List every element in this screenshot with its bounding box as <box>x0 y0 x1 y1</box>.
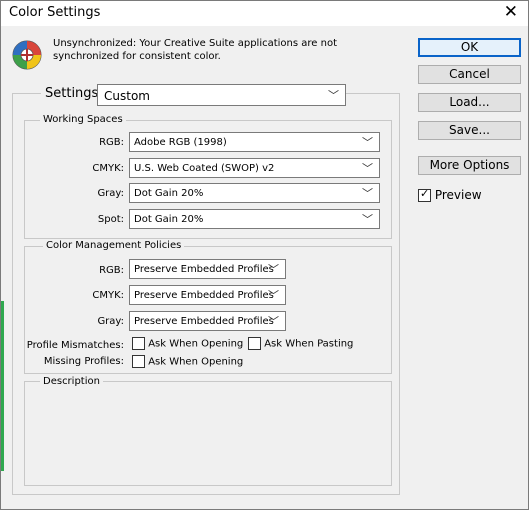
window-edge-accent <box>1 301 4 471</box>
close-icon[interactable]: ✕ <box>504 2 518 22</box>
sync-status-message: Unsynchronized: Your Creative Suite appl… <box>53 37 383 63</box>
chevron-down-icon: ﹀ <box>362 136 373 149</box>
sync-message-line-1: Unsynchronized: Your Creative Suite appl… <box>53 38 338 49</box>
ws-cmyk-label: CMYK: <box>92 163 124 174</box>
policy-rgb-label: RGB: <box>99 265 124 276</box>
policy-gray-dropdown[interactable]: Preserve Embedded Profiles ﹀ <box>129 311 286 331</box>
settings-value: Custom <box>104 89 150 103</box>
mismatch-ask-opening-label: Ask When Opening <box>148 338 244 350</box>
color-sync-icon <box>12 40 42 70</box>
policy-rgb-value: Preserve Embedded Profiles <box>134 264 274 275</box>
policy-gray-value: Preserve Embedded Profiles <box>134 316 274 327</box>
chevron-down-icon: ﹀ <box>268 263 279 276</box>
ws-gray-value: Dot Gain 20% <box>134 188 204 199</box>
chevron-down-icon: ﹀ <box>268 315 279 328</box>
chevron-down-icon: ﹀ <box>362 213 373 226</box>
color-settings-dialog: Color Settings ✕ Unsynchronized: Your Cr… <box>0 0 529 510</box>
missing-profiles-label: Missing Profiles: <box>43 356 124 367</box>
ws-cmyk-value: U.S. Web Coated (SWOP) v2 <box>134 163 275 174</box>
ws-spot-value: Dot Gain 20% <box>134 214 204 225</box>
ws-cmyk-dropdown[interactable]: U.S. Web Coated (SWOP) v2 ﹀ <box>129 158 380 178</box>
missing-ask-opening-checkbox[interactable] <box>132 355 145 368</box>
preview-toggle[interactable]: Preview <box>418 187 482 202</box>
ws-gray-label: Gray: <box>97 188 124 199</box>
load-button[interactable]: Load... <box>418 93 521 112</box>
policy-rgb-dropdown[interactable]: Preserve Embedded Profiles ﹀ <box>129 259 286 279</box>
more-options-button[interactable]: More Options <box>418 156 521 175</box>
mismatch-ask-pasting[interactable]: Ask When Pasting <box>248 337 353 350</box>
profile-mismatches-label: Profile Mismatches: <box>26 340 124 351</box>
mismatch-ask-opening-checkbox[interactable] <box>132 337 145 350</box>
sync-message-line-2: synchronized for consistent color. <box>53 51 221 62</box>
ws-rgb-value: Adobe RGB (1998) <box>134 137 227 148</box>
mismatch-ask-opening[interactable]: Ask When Opening <box>132 337 243 350</box>
working-spaces-legend: Working Spaces <box>40 114 126 125</box>
description-group <box>24 381 392 486</box>
ok-button[interactable]: OK <box>418 38 521 57</box>
color-policies-legend: Color Management Policies <box>43 240 185 251</box>
chevron-down-icon: ﹀ <box>268 289 279 302</box>
chevron-down-icon: ﹀ <box>328 89 339 102</box>
chevron-down-icon: ﹀ <box>362 187 373 200</box>
title-bar: Color Settings ✕ <box>1 1 528 26</box>
cancel-button[interactable]: Cancel <box>418 65 521 84</box>
policy-cmyk-label: CMYK: <box>92 290 124 301</box>
policy-gray-label: Gray: <box>97 316 124 327</box>
ws-spot-label: Spot: <box>97 214 124 225</box>
chevron-down-icon: ﹀ <box>362 162 373 175</box>
settings-dropdown[interactable]: Custom ﹀ <box>97 84 346 106</box>
mismatch-ask-pasting-checkbox[interactable] <box>248 337 261 350</box>
save-button[interactable]: Save... <box>418 121 521 140</box>
missing-ask-opening[interactable]: Ask When Opening <box>132 355 243 368</box>
description-legend: Description <box>40 376 103 387</box>
ws-spot-dropdown[interactable]: Dot Gain 20% ﹀ <box>129 209 380 229</box>
ws-rgb-label: RGB: <box>99 137 124 148</box>
policy-cmyk-value: Preserve Embedded Profiles <box>134 290 274 301</box>
preview-checkbox[interactable] <box>418 187 431 202</box>
missing-ask-opening-label: Ask When Opening <box>148 356 244 368</box>
window-title: Color Settings <box>9 5 101 20</box>
policy-cmyk-dropdown[interactable]: Preserve Embedded Profiles ﹀ <box>129 285 286 305</box>
preview-label: Preview <box>434 188 482 202</box>
ws-rgb-dropdown[interactable]: Adobe RGB (1998) ﹀ <box>129 132 380 152</box>
mismatch-ask-pasting-label: Ask When Pasting <box>264 338 354 350</box>
ws-gray-dropdown[interactable]: Dot Gain 20% ﹀ <box>129 183 380 203</box>
